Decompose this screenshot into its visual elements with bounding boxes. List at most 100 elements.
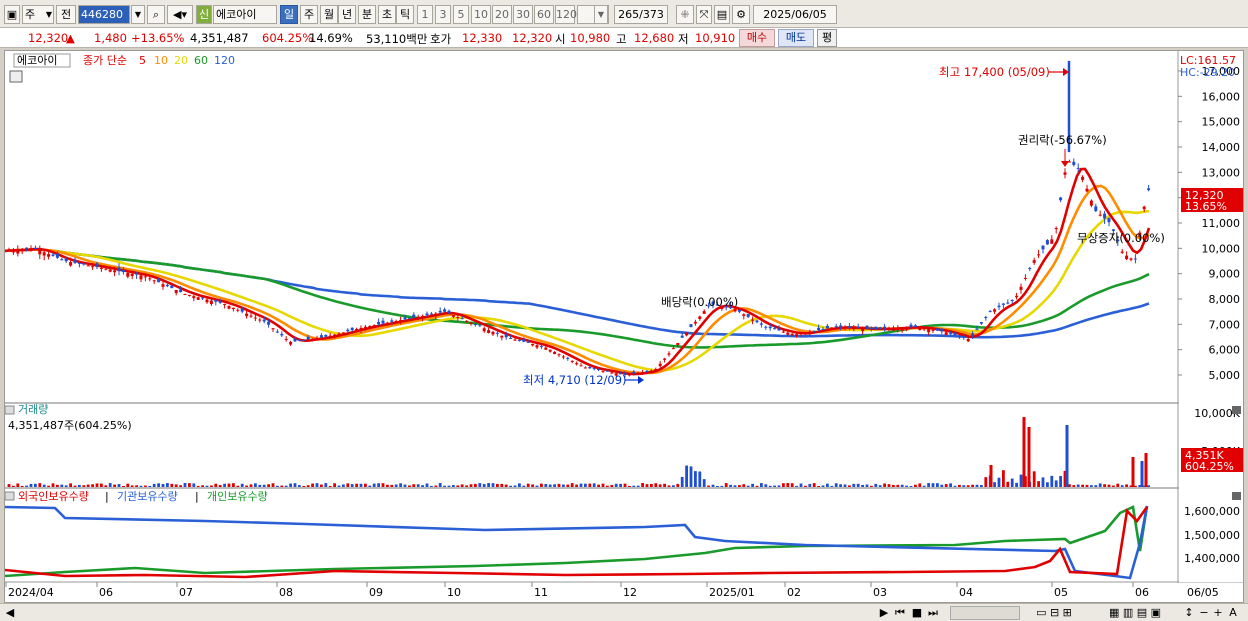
candle-body xyxy=(73,259,77,263)
volume-bar xyxy=(795,485,798,487)
settings-gear-icon[interactable]: ⚙ xyxy=(732,5,750,24)
volume-bar xyxy=(1041,477,1045,487)
volume-bar xyxy=(522,485,526,487)
legend-institution[interactable]: 기관보유수량 xyxy=(117,490,178,503)
ma-5-label[interactable]: 5 xyxy=(139,54,146,67)
period-week[interactable]: 주 xyxy=(300,5,318,24)
volume-bar xyxy=(1131,457,1135,487)
code-input[interactable]: 446280 xyxy=(78,5,130,24)
volume-bar xyxy=(152,483,156,487)
chevron-down-icon[interactable]: ▼ xyxy=(594,5,608,24)
stock-name-field[interactable]: 에코아이 xyxy=(213,5,277,24)
zoom-in-icon[interactable]: + xyxy=(1212,606,1224,620)
pin-icon[interactable]: ⁜ xyxy=(676,5,694,24)
minute-option[interactable]: 10 xyxy=(471,5,491,24)
candle-body xyxy=(1133,258,1137,260)
scroll-left-icon[interactable]: ◀ xyxy=(4,606,16,620)
candle-body xyxy=(513,339,517,341)
grid-toggle-icon[interactable] xyxy=(9,70,23,83)
ma-60-label[interactable]: 60 xyxy=(194,54,208,67)
page-counter[interactable]: 265/373 xyxy=(614,5,668,24)
first-page-icon[interactable]: ⏮ xyxy=(893,606,907,620)
volume-title[interactable]: 거래량 xyxy=(18,403,48,416)
candle-body xyxy=(38,250,42,255)
font-size-icon[interactable]: A xyxy=(1226,606,1240,620)
search-icon[interactable]: ⌕ xyxy=(147,5,165,24)
date-input[interactable]: 2025/06/05 xyxy=(753,5,837,24)
zoom-out-icon[interactable]: − xyxy=(1198,606,1210,620)
bottom-scrollbar[interactable]: ◀ ▶ ⏮ ■ ⏭ ▭ ⊟ ⊞ ▦ ▥ ▤ ▣ ↕ − + A xyxy=(0,603,1248,621)
volume-bar xyxy=(223,483,226,487)
type-select[interactable]: 주 ▼ xyxy=(22,5,54,24)
panel-icon[interactable] xyxy=(4,491,15,501)
legend-individual[interactable]: 개인보유수량 xyxy=(207,490,268,503)
candle-body xyxy=(861,328,865,332)
minute-option[interactable]: 60 xyxy=(534,5,554,24)
scroll-right-icon[interactable]: ▶ xyxy=(878,606,890,620)
move-icon[interactable]: ↕ xyxy=(1182,606,1196,620)
candle-body xyxy=(425,313,429,316)
save-icon[interactable]: ▤ xyxy=(714,5,730,24)
period-minute[interactable]: 분 xyxy=(358,5,376,24)
zoom-slider[interactable] xyxy=(950,606,1020,620)
layout-icons[interactable]: ▦ ▥ ▤ ▣ xyxy=(1090,606,1180,620)
ma-10-label[interactable]: 10 xyxy=(154,54,168,67)
volume-bar xyxy=(293,483,297,487)
candle-body xyxy=(403,317,407,320)
candle-body xyxy=(1129,258,1133,260)
period-second[interactable]: 초 xyxy=(378,5,396,24)
sell-button[interactable]: 매도 xyxy=(778,29,814,47)
quote-label: 호가 xyxy=(430,32,452,46)
y-tick-label: 13,000 xyxy=(1202,166,1241,179)
close-panel-icon[interactable] xyxy=(1232,492,1241,500)
candle-body xyxy=(1081,176,1085,180)
minute-option[interactable]: 30 xyxy=(513,5,533,24)
close-panel-icon[interactable] xyxy=(1232,406,1241,414)
code-dropdown-icon[interactable]: ▼ xyxy=(131,5,145,24)
view-mode-icons[interactable]: ▭ ⊟ ⊞ xyxy=(1024,606,1084,620)
ma-20-label[interactable]: 20 xyxy=(174,54,188,67)
volume-bar xyxy=(130,485,134,487)
holder-line-foreign xyxy=(4,506,1149,579)
volume-bar xyxy=(69,483,72,487)
minute-option[interactable]: 120 xyxy=(555,5,577,24)
candle-body xyxy=(390,320,394,322)
panel-icon[interactable] xyxy=(4,405,15,415)
minute-option[interactable]: 3 xyxy=(435,5,451,24)
candle-body xyxy=(891,328,895,331)
eval-button[interactable]: 평 xyxy=(817,29,837,47)
volume-bar xyxy=(601,483,605,487)
candle-body xyxy=(641,372,645,374)
crosshair-icon[interactable]: ⤧ xyxy=(696,5,712,24)
volume-bar xyxy=(980,485,983,487)
buy-button[interactable]: 매수 xyxy=(739,29,775,47)
minute-option[interactable]: 5 xyxy=(453,5,469,24)
period-tick[interactable]: 틱 xyxy=(396,5,414,24)
legend-foreign[interactable]: 외국인보유수량 xyxy=(18,490,89,503)
period-month[interactable]: 월 xyxy=(320,5,338,24)
volume-bar xyxy=(350,484,354,487)
volume-bar xyxy=(817,485,820,487)
minute-option[interactable]: 20 xyxy=(492,5,512,24)
stock-chart[interactable]: 17,00016,00015,00014,00013,00012,00011,0… xyxy=(4,51,1243,602)
volume-bar xyxy=(86,484,90,487)
candle-body xyxy=(667,353,671,355)
prev-button[interactable]: 전 xyxy=(56,5,76,24)
period-day[interactable]: 일 xyxy=(280,5,298,24)
volume-bar xyxy=(773,485,776,487)
stop-icon[interactable]: ■ xyxy=(910,606,924,620)
candle-body xyxy=(429,313,433,315)
minute-option[interactable]: 1 xyxy=(417,5,433,24)
candle-body xyxy=(953,332,957,335)
volume-value-text: 4,351,487주(604.25%) xyxy=(8,419,132,432)
ma-label[interactable]: 종가 단순 xyxy=(83,54,127,67)
period-year[interactable]: 년 xyxy=(338,5,356,24)
x-tick-label: 08 xyxy=(279,586,293,599)
ma-120-label[interactable]: 120 xyxy=(214,54,235,67)
x-tick-label: 09 xyxy=(369,586,383,599)
chart-area[interactable]: 17,00016,00015,00014,00013,00012,00011,0… xyxy=(4,50,1244,603)
speaker-icon[interactable]: ◀▾ xyxy=(167,5,193,24)
chart-menu-icon[interactable]: ▣ xyxy=(4,5,20,24)
last-page-icon[interactable]: ⏭ xyxy=(926,606,940,620)
candle-body xyxy=(971,333,975,336)
